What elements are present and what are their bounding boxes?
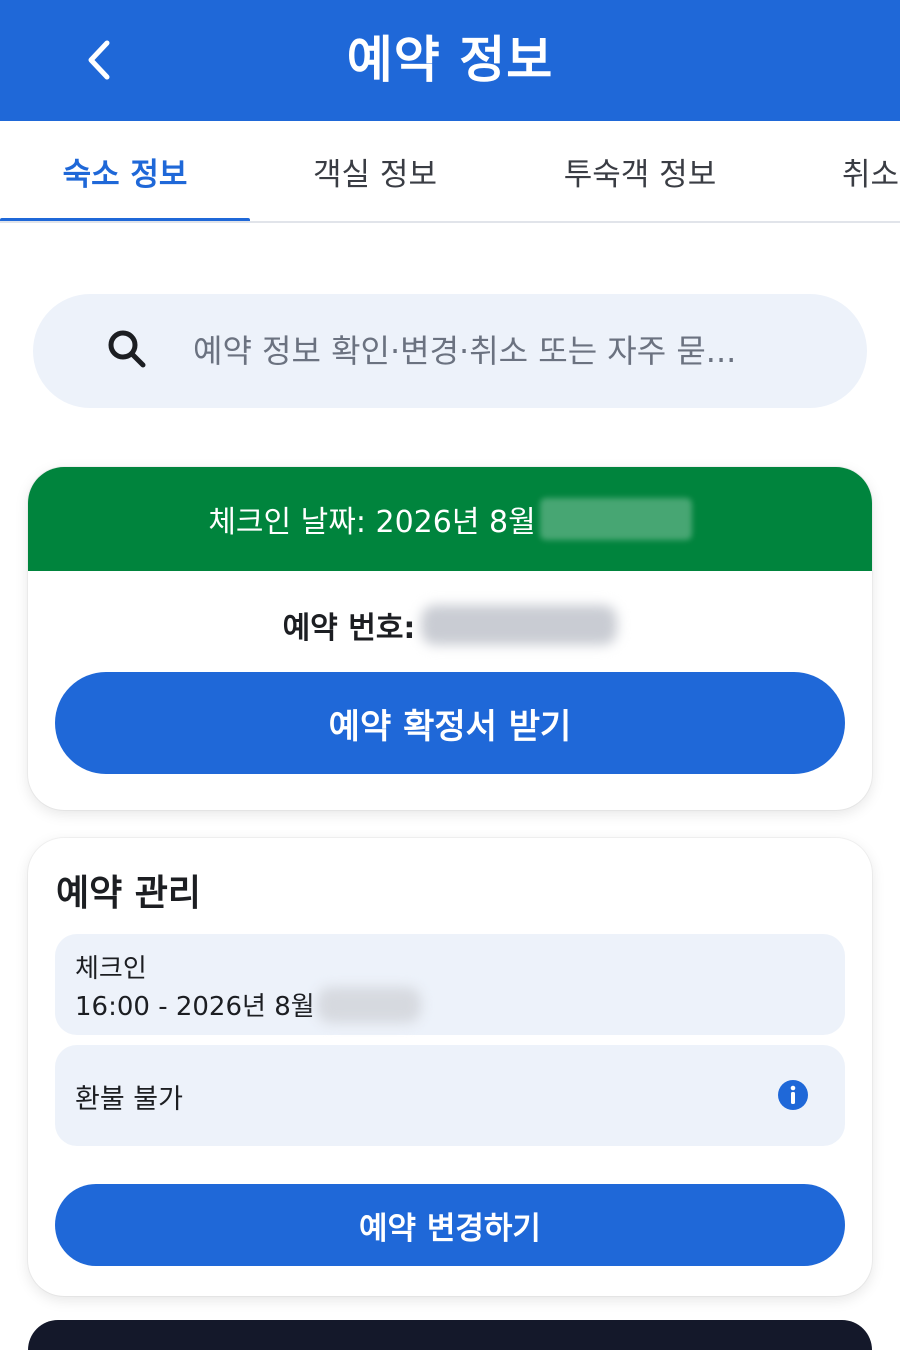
checkin-date-text: 체크인 날짜: 2026년 8월 — [208, 505, 536, 540]
reservation-number-row: 예약 번호: — [28, 595, 872, 655]
reservation-card: 체크인 날짜: 2026년 8월 예약 번호: 예약 확정서 받기 — [28, 467, 872, 810]
manage-title: 예약 관리 — [56, 873, 202, 914]
redacted-checkin-date — [316, 986, 421, 1023]
tab-guest-info[interactable]: 투숙객 정보 — [515, 121, 765, 221]
get-confirmation-button[interactable]: 예약 확정서 받기 — [55, 672, 845, 774]
tab-cancel[interactable]: 취소 — [800, 121, 900, 221]
checkin-info-box: 체크인 16:00 - 2026년 8월 — [55, 934, 845, 1035]
redacted-date — [539, 498, 692, 540]
checkin-time-row: 16:00 - 2026년 8월 — [75, 986, 421, 1023]
change-reservation-button[interactable]: 예약 변경하기 — [55, 1184, 845, 1266]
reservation-number-label: 예약 번호: — [282, 611, 416, 646]
checkin-date-banner: 체크인 날짜: 2026년 8월 — [28, 467, 872, 571]
redacted-reservation-number — [421, 605, 618, 645]
page-title: 예약 정보 — [346, 31, 554, 89]
app-header: 예약 정보 — [0, 0, 900, 121]
search-input[interactable] — [193, 294, 833, 408]
tab-property-info[interactable]: 숙소 정보 — [0, 121, 250, 221]
checkin-label: 체크인 — [75, 954, 147, 984]
active-tab-indicator — [0, 218, 250, 221]
tab-room-info[interactable]: 객실 정보 — [250, 121, 500, 221]
search-bar[interactable] — [33, 294, 867, 408]
refund-policy-box: 환불 불가 — [55, 1045, 845, 1146]
info-icon[interactable] — [777, 1079, 809, 1111]
checkin-time-value: 16:00 - 2026년 8월 — [75, 992, 315, 1022]
manage-reservation-card: 예약 관리 체크인 16:00 - 2026년 8월 환불 불가 예약 변경하기 — [28, 838, 872, 1296]
tab-bar: 숙소 정보 객실 정보 투숙객 정보 취소 — [0, 121, 900, 223]
refund-label: 환불 불가 — [75, 1084, 183, 1115]
next-card-peek — [28, 1320, 872, 1350]
search-icon — [108, 330, 146, 368]
